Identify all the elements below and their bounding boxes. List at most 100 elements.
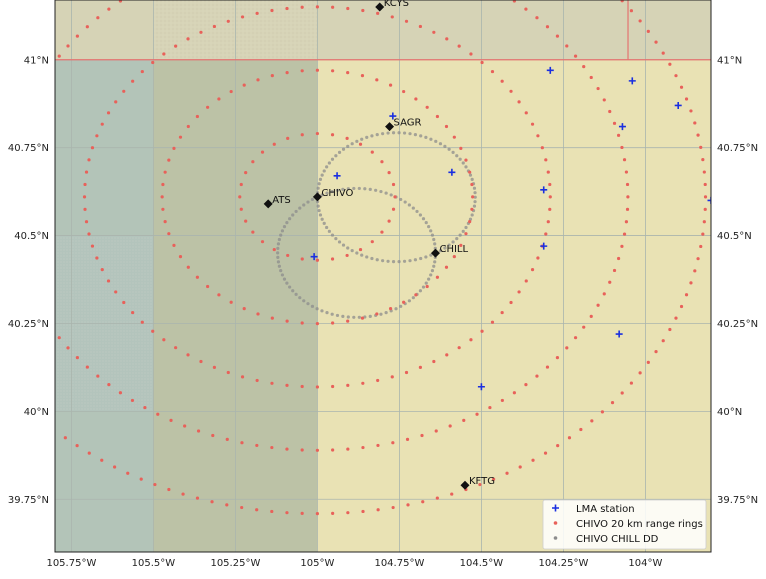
range-ring-point — [545, 365, 550, 369]
range-ring-point — [444, 124, 449, 129]
dd-lobe-point — [298, 206, 302, 210]
range-ring-point — [151, 329, 155, 333]
range-ring-point — [151, 60, 155, 65]
range-ring-point — [684, 293, 689, 297]
range-ring-point — [462, 418, 466, 422]
range-ring-point — [196, 429, 201, 433]
dd-lobe-point — [411, 206, 415, 210]
range-ring-point — [240, 505, 244, 510]
range-ring-point — [625, 207, 630, 211]
range-ring-point — [63, 436, 67, 440]
dd-lobe-point — [461, 229, 465, 233]
range-ring-point — [114, 290, 118, 294]
range-ring-point — [143, 405, 147, 410]
dd-lobe-point — [418, 213, 423, 217]
range-ring-point — [524, 279, 528, 283]
range-ring-point — [42, 315, 45, 318]
range-ring-point — [84, 170, 89, 174]
range-ring-point — [331, 5, 335, 9]
range-ring-point — [49, 326, 52, 329]
range-ring-point — [418, 365, 422, 369]
dd-lobe-point — [335, 313, 340, 318]
range-ring-point — [517, 100, 521, 104]
range-ring-point — [567, 436, 572, 440]
dd-lobe-point — [360, 137, 364, 141]
range-ring-point — [226, 370, 230, 375]
dd-lobe-point — [386, 131, 390, 135]
dd-lobe-point — [438, 142, 443, 146]
range-ring-point — [75, 34, 79, 38]
range-ring-point — [360, 316, 365, 320]
range-ring-point — [421, 500, 425, 504]
dd-lobe-point — [288, 217, 292, 221]
range-ring-point — [315, 258, 319, 262]
dd-lobe-point — [279, 269, 283, 273]
range-ring-point — [693, 121, 697, 125]
dd-lobe-point — [316, 204, 320, 208]
range-ring-point — [629, 381, 633, 385]
range-ring-point — [432, 30, 436, 34]
dd-lobe-point — [365, 255, 369, 259]
range-ring-point — [23, 110, 26, 113]
latitude-tick-label-left: 39.75°N — [8, 495, 49, 506]
range-ring-point — [376, 443, 380, 448]
dd-lobe-point — [341, 243, 346, 247]
range-ring-point — [624, 170, 629, 174]
range-ring-point — [531, 458, 535, 462]
dd-lobe-point — [288, 285, 292, 289]
dd-lobe-point — [468, 173, 473, 177]
dd-lobe-point — [434, 139, 438, 143]
dd-lobe-point — [386, 259, 390, 263]
range-ring-point — [113, 465, 117, 469]
dd-lobe-point — [447, 147, 451, 151]
range-ring-point — [612, 121, 617, 125]
range-ring-point — [470, 207, 474, 211]
range-ring-point — [49, 65, 52, 68]
range-ring-point — [696, 257, 700, 261]
range-ring-point — [490, 320, 495, 324]
range-ring-point — [390, 375, 394, 379]
dd-lobe-point — [355, 251, 359, 255]
range-ring-point — [361, 445, 365, 450]
dd-lobe-point — [421, 217, 426, 221]
dd-lobe-point — [294, 209, 298, 214]
range-ring-point — [346, 447, 350, 451]
range-ring-point — [638, 371, 642, 375]
legend-dd-label: CHIVO CHILL DD — [576, 534, 659, 545]
range-ring-point — [212, 24, 217, 29]
range-ring-point — [160, 195, 164, 199]
dd-lobe-point — [330, 312, 334, 316]
range-ring-point — [211, 433, 215, 438]
dd-lobe-point — [317, 182, 321, 186]
dd-lobe-point — [424, 281, 428, 285]
range-ring-point — [167, 487, 171, 492]
dd-lobe-point — [470, 177, 474, 181]
range-ring-point — [701, 232, 705, 236]
range-ring-point — [469, 52, 473, 56]
range-ring-point — [107, 383, 111, 387]
dd-lobe-point — [464, 225, 468, 230]
range-ring-point — [331, 511, 335, 515]
dd-lobe-point — [379, 189, 383, 194]
range-ring-point — [475, 412, 479, 416]
range-ring-point — [702, 170, 706, 174]
range-ring-point — [536, 256, 540, 260]
range-ring-point — [703, 195, 708, 199]
dd-lobe-point — [473, 200, 477, 204]
range-ring-point — [402, 89, 406, 94]
range-ring-point — [346, 383, 350, 387]
dd-lobe-point — [355, 139, 359, 143]
range-ring-point — [376, 378, 380, 383]
range-ring-point — [90, 146, 95, 150]
range-ring-point — [480, 329, 484, 333]
range-ring-point — [29, 292, 32, 295]
dd-dot-icon — [553, 536, 558, 540]
range-ring-point — [163, 170, 167, 174]
range-ring-point — [270, 8, 274, 13]
longitude-tick-label: 105°W — [300, 558, 334, 569]
range-ring-point — [330, 133, 335, 137]
range-ring-point — [674, 316, 678, 320]
dd-lobe-point — [291, 289, 295, 293]
range-ring-point — [469, 338, 473, 342]
range-ring-point — [435, 275, 440, 279]
